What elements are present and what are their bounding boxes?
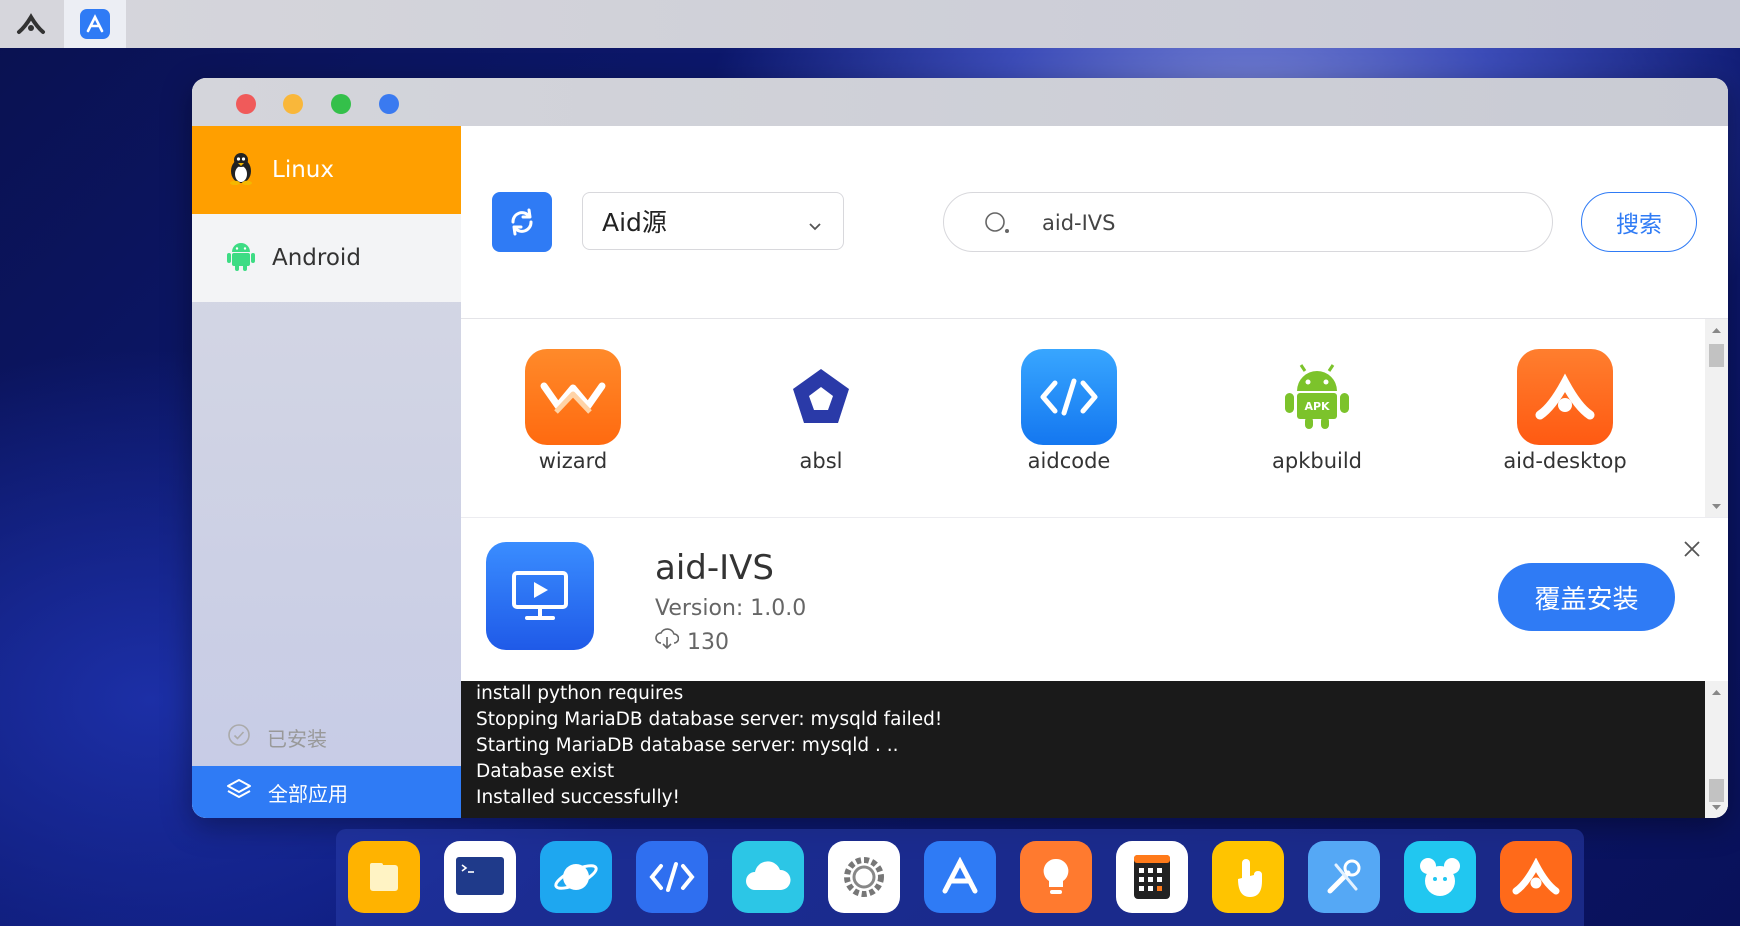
svg-text:APK: APK: [1304, 400, 1330, 413]
app-card-aidcode[interactable]: aidcode: [969, 349, 1169, 473]
title-bar: [192, 78, 1728, 126]
all-apps-label: 全部应用: [268, 781, 348, 806]
cloud-download-icon: [655, 628, 680, 656]
aidlux-logo-icon[interactable]: [0, 0, 62, 48]
chevron-down-icon: [807, 211, 823, 240]
extra-window-button[interactable]: [379, 94, 399, 114]
mouse-icon[interactable]: [1404, 841, 1476, 913]
search-icon: [984, 211, 1012, 239]
app-store-taskbar-item[interactable]: [64, 0, 126, 48]
dock: [336, 829, 1584, 926]
app-store-window: Linux Android 已安装 全部应用 Aid源 aid-IVS 搜索 w…: [192, 78, 1728, 818]
settings-icon[interactable]: [828, 841, 900, 913]
console-scrollbar[interactable]: [1705, 681, 1728, 818]
main-panel: Aid源 搜索 wizard: [461, 126, 1728, 818]
code-icon: [1021, 349, 1117, 445]
installed-label: 已安装: [267, 726, 327, 751]
app-store-icon: [80, 9, 110, 39]
app-store-icon[interactable]: [924, 841, 996, 913]
app-card-wizard[interactable]: wizard: [473, 349, 673, 473]
touch-icon[interactable]: [1212, 841, 1284, 913]
sidebar-item-installed[interactable]: 已安装: [192, 712, 461, 762]
aid-desktop-icon: [1517, 349, 1613, 445]
aid-desktop-icon[interactable]: [1500, 841, 1572, 913]
app-grid-scrollbar[interactable]: [1705, 319, 1728, 517]
log-line: Starting MariaDB database server: mysqld…: [476, 735, 899, 756]
sidebar-item-linux[interactable]: Linux: [192, 126, 461, 214]
app-detail-name: aid-IVS: [655, 548, 774, 588]
wizard-icon: [525, 349, 621, 445]
close-icon[interactable]: [1683, 540, 1701, 562]
close-window-button[interactable]: [236, 94, 256, 114]
sidebar-item-android[interactable]: Android: [192, 214, 461, 302]
check-circle-icon: [227, 723, 251, 752]
apk-android-icon: APK: [1269, 349, 1365, 445]
files-icon[interactable]: [348, 841, 420, 913]
app-detail-downloads: 130: [655, 628, 729, 656]
search-box: [943, 192, 1553, 252]
code-editor-icon[interactable]: [636, 841, 708, 913]
search-button[interactable]: 搜索: [1581, 192, 1697, 252]
refresh-button[interactable]: [492, 192, 552, 252]
minimize-window-button[interactable]: [283, 94, 303, 114]
source-select[interactable]: Aid源: [582, 192, 844, 250]
app-name: wizard: [538, 449, 608, 473]
app-name: aidcode: [1027, 449, 1111, 473]
maximize-window-button[interactable]: [331, 94, 351, 114]
idea-icon[interactable]: [1020, 841, 1092, 913]
sidebar-item-all-apps[interactable]: 全部应用: [192, 766, 461, 818]
app-card-aid-desktop[interactable]: aid-desktop: [1465, 349, 1665, 473]
source-select-value: Aid源: [602, 208, 667, 237]
app-grid: wizard absl aidcode APK apkbuild aid-des…: [461, 319, 1701, 517]
install-log-console: install python requires Stopping MariaDB…: [461, 681, 1705, 818]
monitor-play-icon: [486, 542, 594, 650]
log-line: Stopping MariaDB database server: mysqld…: [476, 709, 943, 730]
log-line: Database exist: [476, 761, 615, 782]
top-taskbar: [0, 0, 1740, 48]
sidebar-item-label: Linux: [272, 157, 334, 183]
sidebar: Linux Android 已安装 全部应用: [192, 126, 461, 818]
log-line: Installed successfully!: [476, 787, 680, 808]
search-input[interactable]: [1040, 207, 1524, 239]
download-count: 130: [687, 629, 729, 655]
app-detail-version: Version: 1.0.0: [655, 596, 807, 621]
toolbar: Aid源 搜索: [461, 126, 1728, 319]
refresh-icon: [511, 208, 533, 236]
app-card-apkbuild[interactable]: APK apkbuild: [1217, 349, 1417, 473]
browser-icon[interactable]: [540, 841, 612, 913]
calculator-icon[interactable]: [1116, 841, 1188, 913]
android-icon: [226, 240, 256, 276]
tools-icon[interactable]: [1308, 841, 1380, 913]
terminal-icon[interactable]: [444, 841, 516, 913]
cloud-icon[interactable]: [732, 841, 804, 913]
pentagon-icon: [773, 349, 869, 445]
log-line: install python requires: [476, 683, 684, 704]
app-card-absl[interactable]: absl: [721, 349, 921, 473]
app-name: aid-desktop: [1503, 449, 1627, 473]
sidebar-item-label: Android: [272, 245, 361, 271]
app-name: apkbuild: [1272, 449, 1362, 473]
app-name: absl: [799, 449, 843, 473]
reinstall-button[interactable]: 覆盖安装: [1498, 563, 1675, 631]
penguin-icon: [226, 151, 256, 189]
app-detail-panel: aid-IVS Version: 1.0.0 130 覆盖安装: [461, 517, 1728, 681]
layers-icon: [226, 777, 252, 808]
